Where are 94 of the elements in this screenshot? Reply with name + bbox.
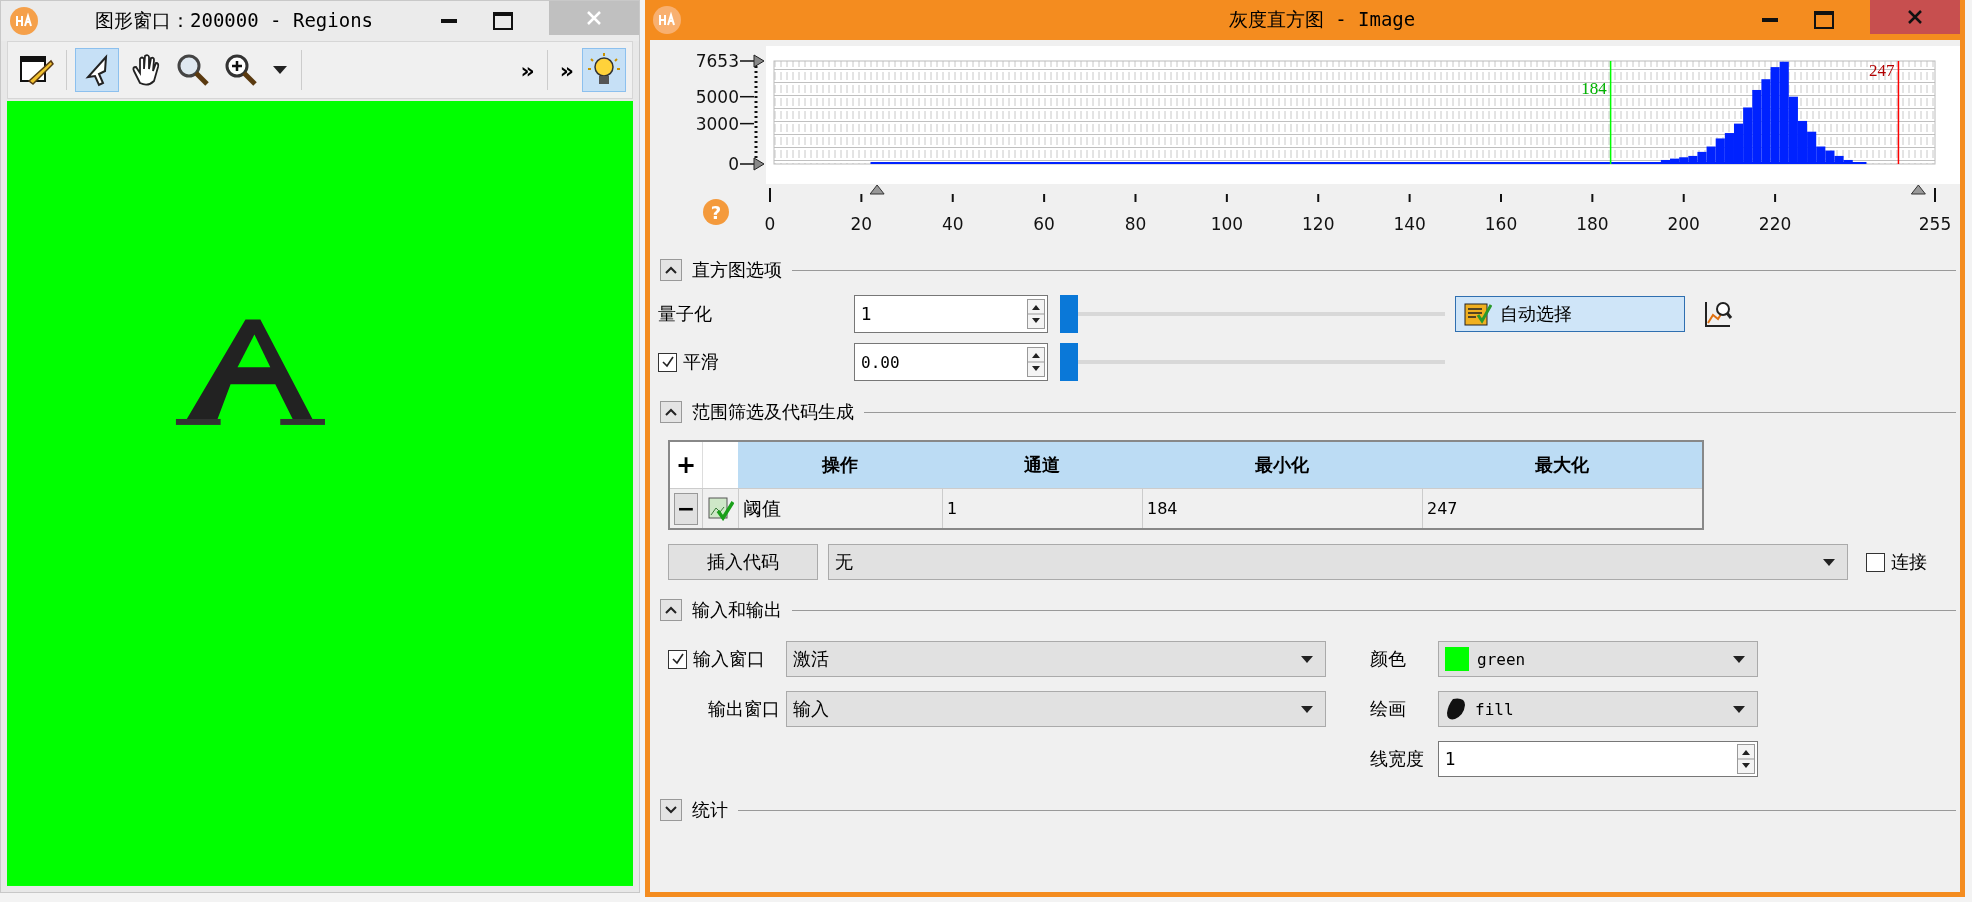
field-label: 绘画 xyxy=(1370,697,1407,721)
table-cell: 247 xyxy=(1422,488,1702,528)
slider-thumb[interactable] xyxy=(1060,343,1078,381)
threshold-label: 184 xyxy=(1581,79,1607,98)
histogram-bar xyxy=(1743,107,1753,164)
caret-icon xyxy=(1733,705,1745,713)
x-tick-label: 140 xyxy=(1393,214,1426,234)
lightbulb-button[interactable] xyxy=(582,48,626,93)
chart-search-icon[interactable] xyxy=(1703,299,1733,329)
pointer-tool-button[interactable] xyxy=(75,48,119,93)
image-check-icon xyxy=(707,496,734,521)
auto-select-button[interactable]: 自动选择 xyxy=(1455,296,1685,332)
close-icon xyxy=(586,10,602,26)
x-tick-label: 200 xyxy=(1667,214,1700,234)
blob-icon xyxy=(1445,697,1467,721)
table-cell: 阈值 xyxy=(738,488,942,528)
spinner-icon[interactable] xyxy=(1027,347,1045,377)
caret-icon xyxy=(1301,705,1313,713)
x-tick-label: 160 xyxy=(1484,214,1518,234)
column-header: 通道 xyxy=(942,442,1142,488)
remove-row-button[interactable]: − xyxy=(674,492,698,525)
chevron-down-icon xyxy=(665,806,677,814)
section-title: 范围筛选及代码生成 xyxy=(692,400,854,424)
threshold-line[interactable] xyxy=(1897,60,1900,165)
histogram-bar xyxy=(1724,133,1734,164)
code-dropdown[interactable]: 无 xyxy=(828,544,1848,580)
field-label: 量子化 xyxy=(658,302,713,326)
checkbox-label: 连接 xyxy=(1891,550,1927,574)
field-label: 颜色 xyxy=(1370,647,1407,671)
field-label: 线宽度 xyxy=(1370,747,1425,771)
caret-icon xyxy=(1733,655,1745,663)
output-window-dropdown[interactable]: 输入 xyxy=(786,691,1326,727)
minimize-button[interactable] xyxy=(441,19,457,24)
chevron-up-icon xyxy=(665,606,677,614)
caret-icon xyxy=(1301,655,1313,663)
close-icon xyxy=(1907,9,1923,25)
maximize-button[interactable] xyxy=(1814,11,1834,29)
toolbar-overflow-button[interactable]: » xyxy=(555,57,578,83)
slider-thumb[interactable] xyxy=(1060,295,1078,333)
dropdown-caret-icon[interactable] xyxy=(273,66,287,75)
close-button[interactable] xyxy=(1870,0,1960,34)
table-cell: 1 xyxy=(942,488,1142,528)
maximize-button[interactable] xyxy=(493,12,513,31)
checkbox[interactable] xyxy=(1866,552,1885,572)
column-header: 最大化 xyxy=(1422,442,1702,488)
quantize-field[interactable]: 1 xyxy=(854,295,1048,333)
toolbar-overflow-button[interactable]: » xyxy=(516,57,539,83)
window-title: 图形窗口：200000 - Regions xyxy=(95,8,374,34)
x-tick-label: 40 xyxy=(941,214,964,234)
x-tick-label: 20 xyxy=(850,214,873,234)
smooth-field[interactable]: 0.00 xyxy=(854,343,1048,381)
x-tick-label: 255 xyxy=(1918,214,1952,234)
line-width-field[interactable]: 1 xyxy=(1438,741,1758,777)
checkbox-label: 平滑 xyxy=(683,350,719,374)
draw-mode-dropdown[interactable]: fill xyxy=(1438,691,1758,727)
x-tick-label: 220 xyxy=(1758,214,1792,234)
chevron-up-icon xyxy=(665,408,677,416)
y-tick-label: 7653 xyxy=(695,51,739,71)
x-tick-label: 120 xyxy=(1302,214,1335,234)
y-tick-label: 3000 xyxy=(695,113,739,134)
caret-icon xyxy=(1823,558,1835,566)
app-logo-icon xyxy=(9,6,39,37)
collapse-button[interactable] xyxy=(660,599,682,621)
section-title: 统计 xyxy=(692,798,728,822)
x-tick-label: 0 xyxy=(764,214,776,234)
x-tick-label: 60 xyxy=(1033,214,1055,234)
spinner-icon[interactable] xyxy=(1027,299,1045,329)
table-cell: 184 xyxy=(1142,488,1422,528)
column-header: 操作 xyxy=(738,442,942,488)
x-tick-label: 100 xyxy=(1210,214,1244,234)
expand-button[interactable] xyxy=(660,799,682,821)
x-tick-label: 180 xyxy=(1576,214,1609,234)
collapse-button[interactable] xyxy=(660,259,682,281)
y-tick-label: 5000 xyxy=(695,86,739,107)
field-label: 输出窗口 xyxy=(707,697,780,721)
histogram-bar xyxy=(1734,123,1744,164)
insert-code-button[interactable]: 插入代码 xyxy=(668,544,818,580)
chevron-up-icon xyxy=(665,266,677,274)
auto-check-icon xyxy=(1464,301,1492,327)
section-title: 直方图选项 xyxy=(692,258,782,282)
checkbox[interactable] xyxy=(668,649,687,669)
checkbox-label: 输入窗口 xyxy=(693,647,765,671)
app-logo-icon xyxy=(652,5,682,35)
checkbox[interactable] xyxy=(658,352,677,372)
y-tick-label: 0 xyxy=(728,154,739,174)
collapse-button[interactable] xyxy=(660,401,682,423)
column-header: 最小化 xyxy=(1142,442,1422,488)
x-tick-label: 80 xyxy=(1124,214,1147,234)
color-dropdown[interactable]: green xyxy=(1438,641,1758,677)
window-title: 灰度直方图 - Image xyxy=(1227,7,1417,32)
threshold-label: 247 xyxy=(1868,61,1895,80)
input-window-dropdown[interactable]: 激活 xyxy=(786,641,1326,677)
section-title: 输入和输出 xyxy=(692,598,782,622)
spinner-icon[interactable] xyxy=(1737,744,1755,774)
